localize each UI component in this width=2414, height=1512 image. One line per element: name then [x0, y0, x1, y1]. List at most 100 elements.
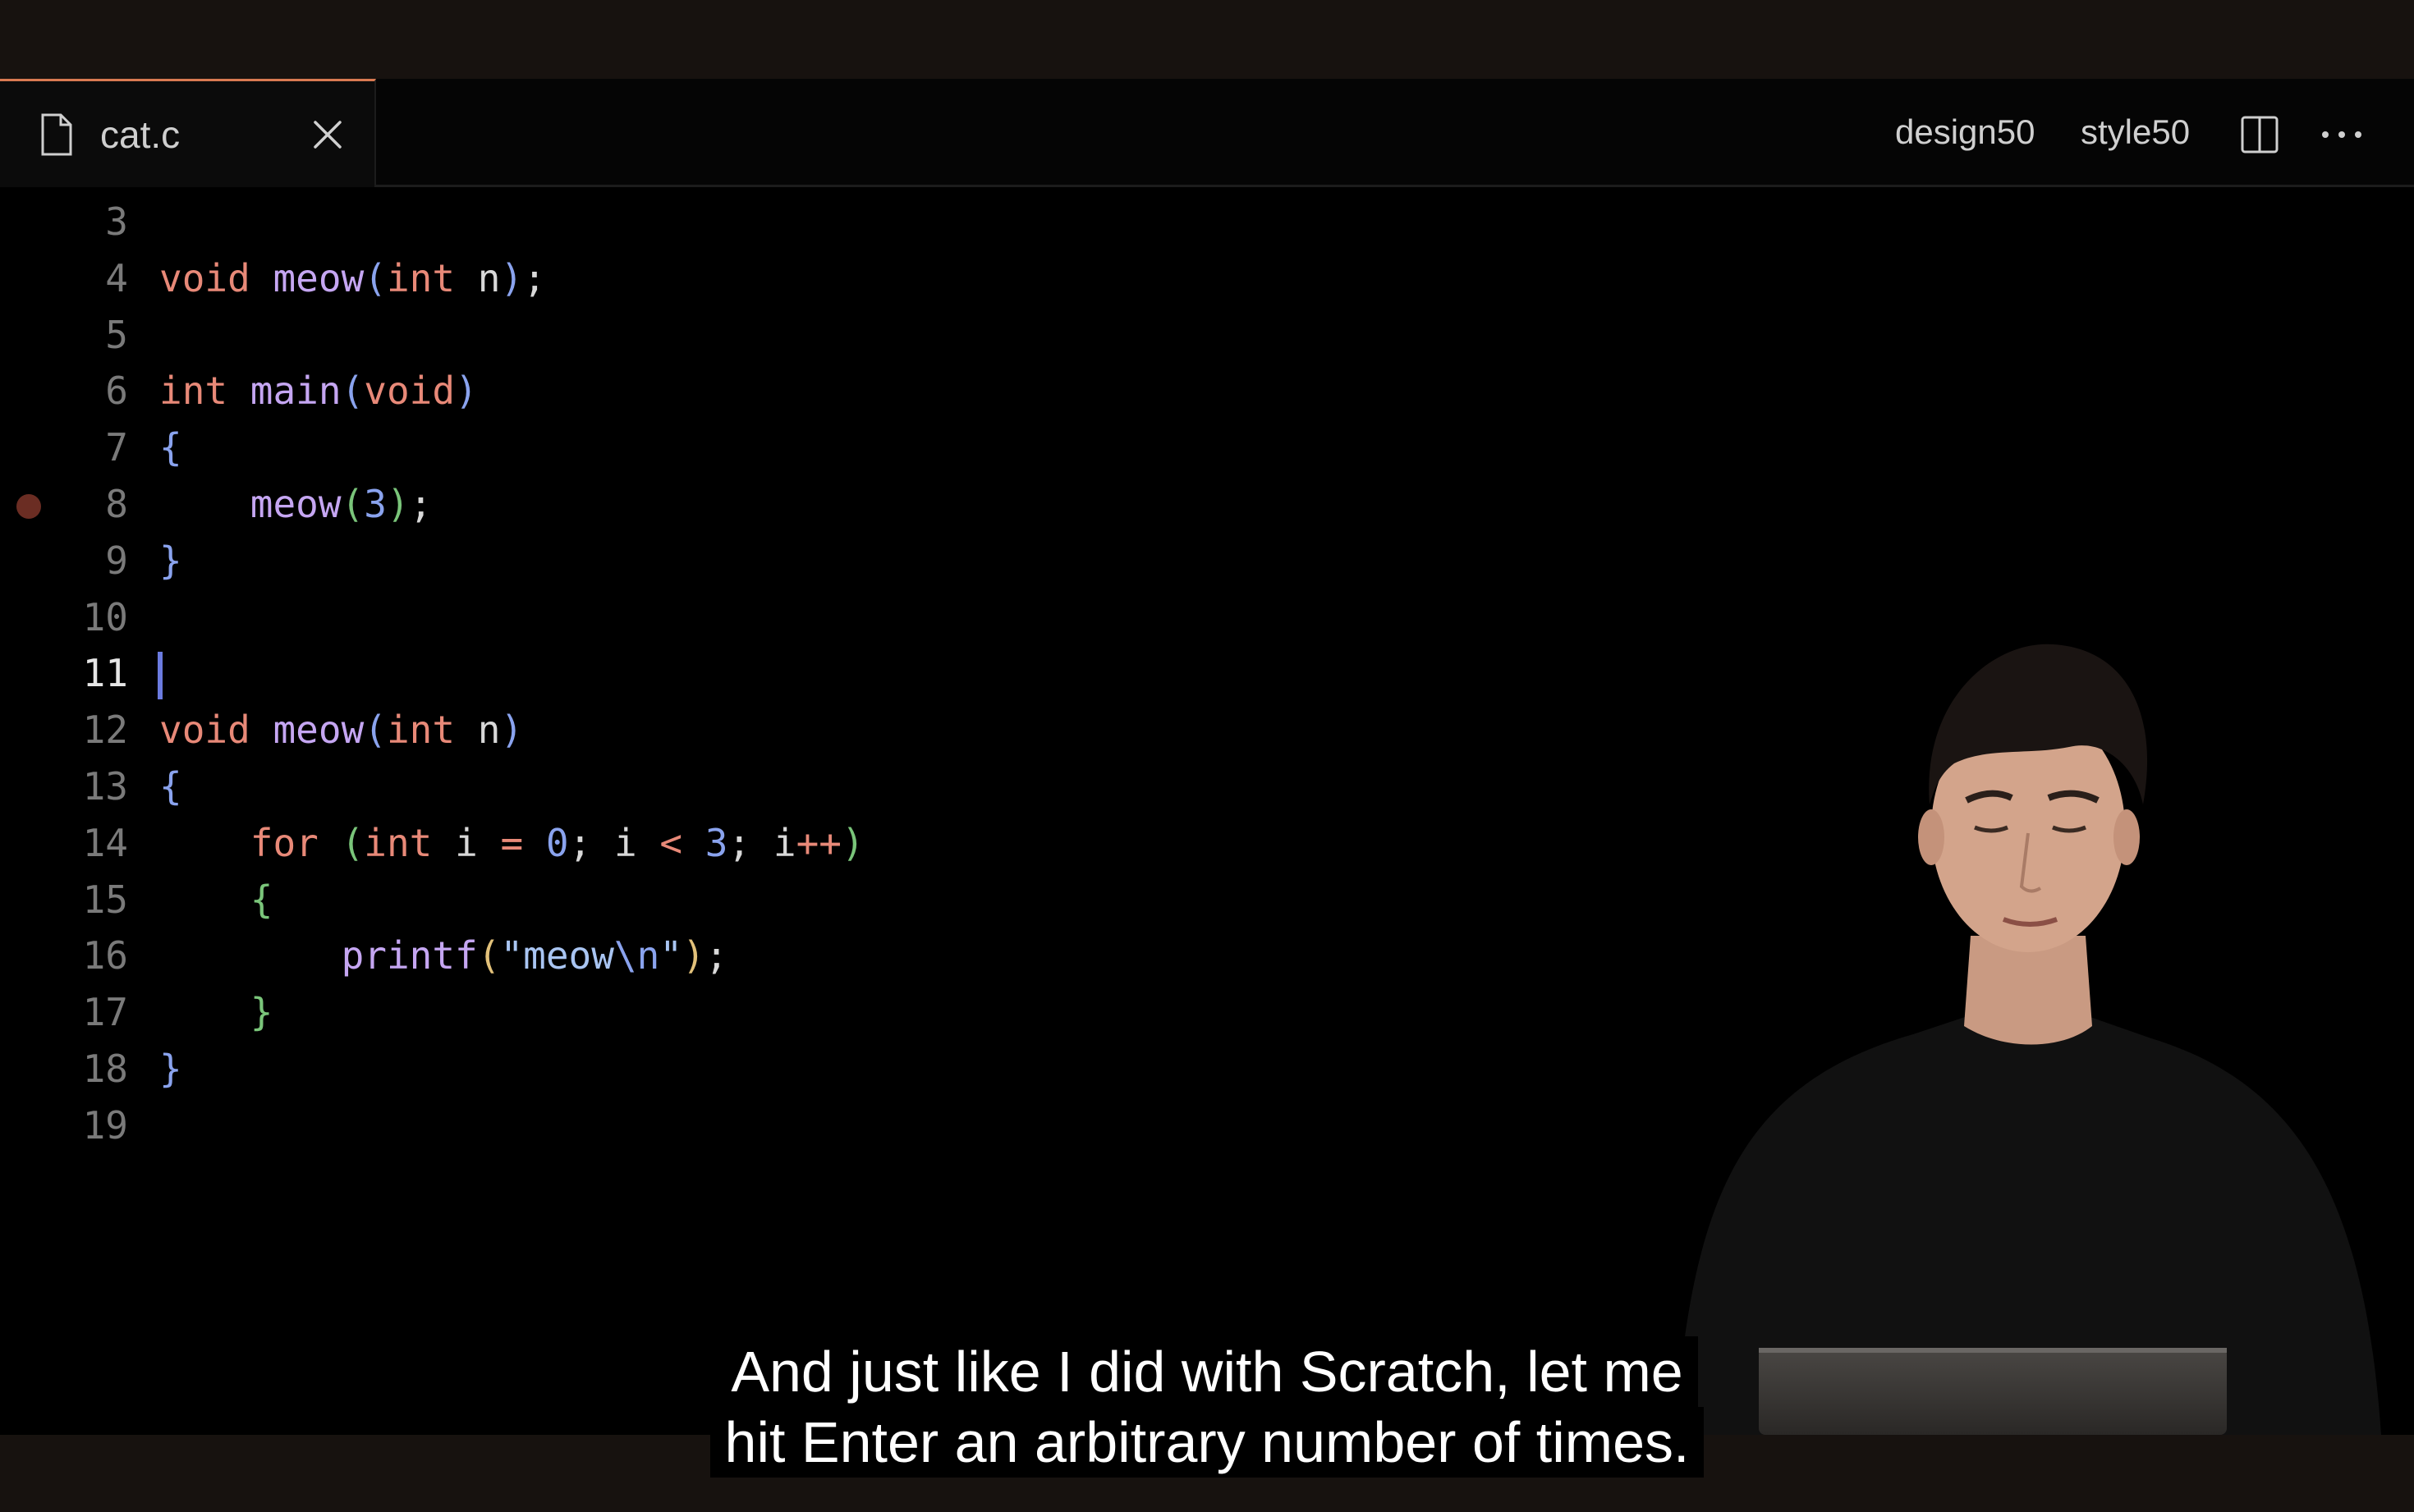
code-token: printf	[341, 933, 478, 978]
code-line[interactable]: 12 void meow(int n)	[0, 702, 1150, 758]
style50-button[interactable]: style50	[2081, 110, 2190, 154]
code-line[interactable]: 13 {	[0, 758, 1150, 814]
code-token: int	[364, 820, 433, 865]
code-line[interactable]: 18}	[0, 1041, 1150, 1097]
line-number: 6	[105, 369, 128, 414]
line-content: }	[159, 984, 273, 1040]
code-token: }	[250, 990, 273, 1035]
more-icon[interactable]	[2319, 115, 2365, 154]
code-token: int	[159, 369, 228, 414]
line-content: int main(void)	[159, 363, 478, 419]
line-number: 5	[105, 312, 128, 357]
code-token: 3	[704, 820, 728, 865]
code-line[interactable]: 6 int main(void)	[0, 363, 1150, 419]
code-token: (	[364, 708, 387, 753]
line-number: 17	[82, 990, 128, 1035]
code-token: =	[500, 820, 524, 865]
caption-line-2: hit Enter an arbitrary number of times.	[709, 1407, 1705, 1478]
code-line[interactable]: 5	[0, 307, 1150, 363]
code-token: int	[386, 255, 456, 300]
line-content: void meow(int n);	[159, 250, 546, 306]
code-token: 3	[364, 482, 387, 526]
code-token: meow	[273, 255, 365, 300]
code-token: meow	[250, 482, 342, 526]
line-number: 10	[82, 594, 128, 639]
code-line[interactable]: 14 for (int i = 0; i < 3; i++)	[0, 815, 1150, 871]
code-token: )	[841, 820, 865, 865]
line-number: 3	[105, 199, 128, 244]
code-line[interactable]: 3	[0, 194, 1150, 250]
code-line[interactable]: 16 printf("meow\n");	[0, 928, 1150, 983]
line-number: 16	[82, 933, 128, 978]
code-token: ++	[796, 820, 842, 865]
code-token: ; i	[568, 820, 660, 865]
code-token: 0	[545, 820, 569, 865]
code-token: )	[500, 255, 524, 300]
code-token: }	[159, 1047, 182, 1091]
line-number: 19	[82, 1102, 128, 1148]
code-token: }	[159, 538, 182, 583]
code-token: {	[250, 877, 273, 922]
tab-cat-c[interactable]: cat.c	[0, 79, 376, 187]
tab-label: cat.c	[100, 113, 181, 156]
code-line[interactable]: 10	[0, 589, 1150, 645]
file-icon	[41, 113, 72, 156]
code-token: {	[159, 425, 182, 470]
code-line[interactable]: 9}	[0, 533, 1150, 589]
line-content: {	[159, 758, 182, 814]
line-number: 12	[82, 708, 128, 753]
code-token: {	[159, 764, 182, 809]
code-token: for	[250, 820, 319, 865]
line-number: 13	[82, 764, 128, 809]
code-line[interactable]: 7{	[0, 419, 1150, 475]
code-line[interactable]: 15 {	[0, 872, 1150, 928]
code-token: )	[455, 369, 478, 414]
code-line[interactable]: 4 void meow(int n);	[0, 250, 1150, 306]
line-content: }	[159, 1041, 182, 1097]
code-token: int	[386, 708, 456, 753]
code-line[interactable]: 8 meow(3);	[0, 476, 1150, 532]
code-token: n	[455, 708, 501, 753]
line-content: meow(3);	[159, 476, 433, 532]
line-number: 7	[105, 425, 128, 470]
code-token: (	[341, 369, 365, 414]
code-line[interactable]: 17 }	[0, 984, 1150, 1040]
code-line[interactable]: 11	[0, 645, 1150, 701]
code-token: (	[341, 482, 365, 526]
code-token: i	[432, 820, 501, 865]
line-content: {	[159, 419, 182, 475]
code-token: void	[159, 708, 250, 753]
line-content: printf("meow\n");	[159, 928, 728, 983]
close-icon[interactable]	[310, 117, 345, 152]
video-top-band	[0, 0, 2414, 79]
presenter-figure	[1675, 644, 2381, 1435]
line-number: 14	[82, 820, 128, 865]
design50-button[interactable]: design50	[1895, 110, 2035, 154]
code-token: )	[386, 482, 410, 526]
caption-line-1: And just like I did with Scratch, let me	[716, 1336, 1698, 1407]
line-content: for (int i = 0; i < 3; i++)	[159, 815, 865, 871]
subtitle-caption: And just like I did with Scratch, let me…	[686, 1336, 1728, 1478]
line-content: {	[159, 872, 273, 928]
code-token: ;	[523, 255, 546, 300]
breakpoint-icon[interactable]	[16, 494, 41, 519]
split-editor-icon[interactable]	[2240, 115, 2279, 154]
line-number: 18	[82, 1047, 128, 1091]
code-token: )	[500, 708, 524, 753]
line-number: 9	[105, 538, 128, 583]
code-line[interactable]: 19	[0, 1097, 1150, 1153]
code-token: n	[455, 255, 501, 300]
code-token: ;	[409, 482, 433, 526]
line-content: void meow(int n)	[159, 702, 523, 758]
code-token: void	[159, 255, 250, 300]
